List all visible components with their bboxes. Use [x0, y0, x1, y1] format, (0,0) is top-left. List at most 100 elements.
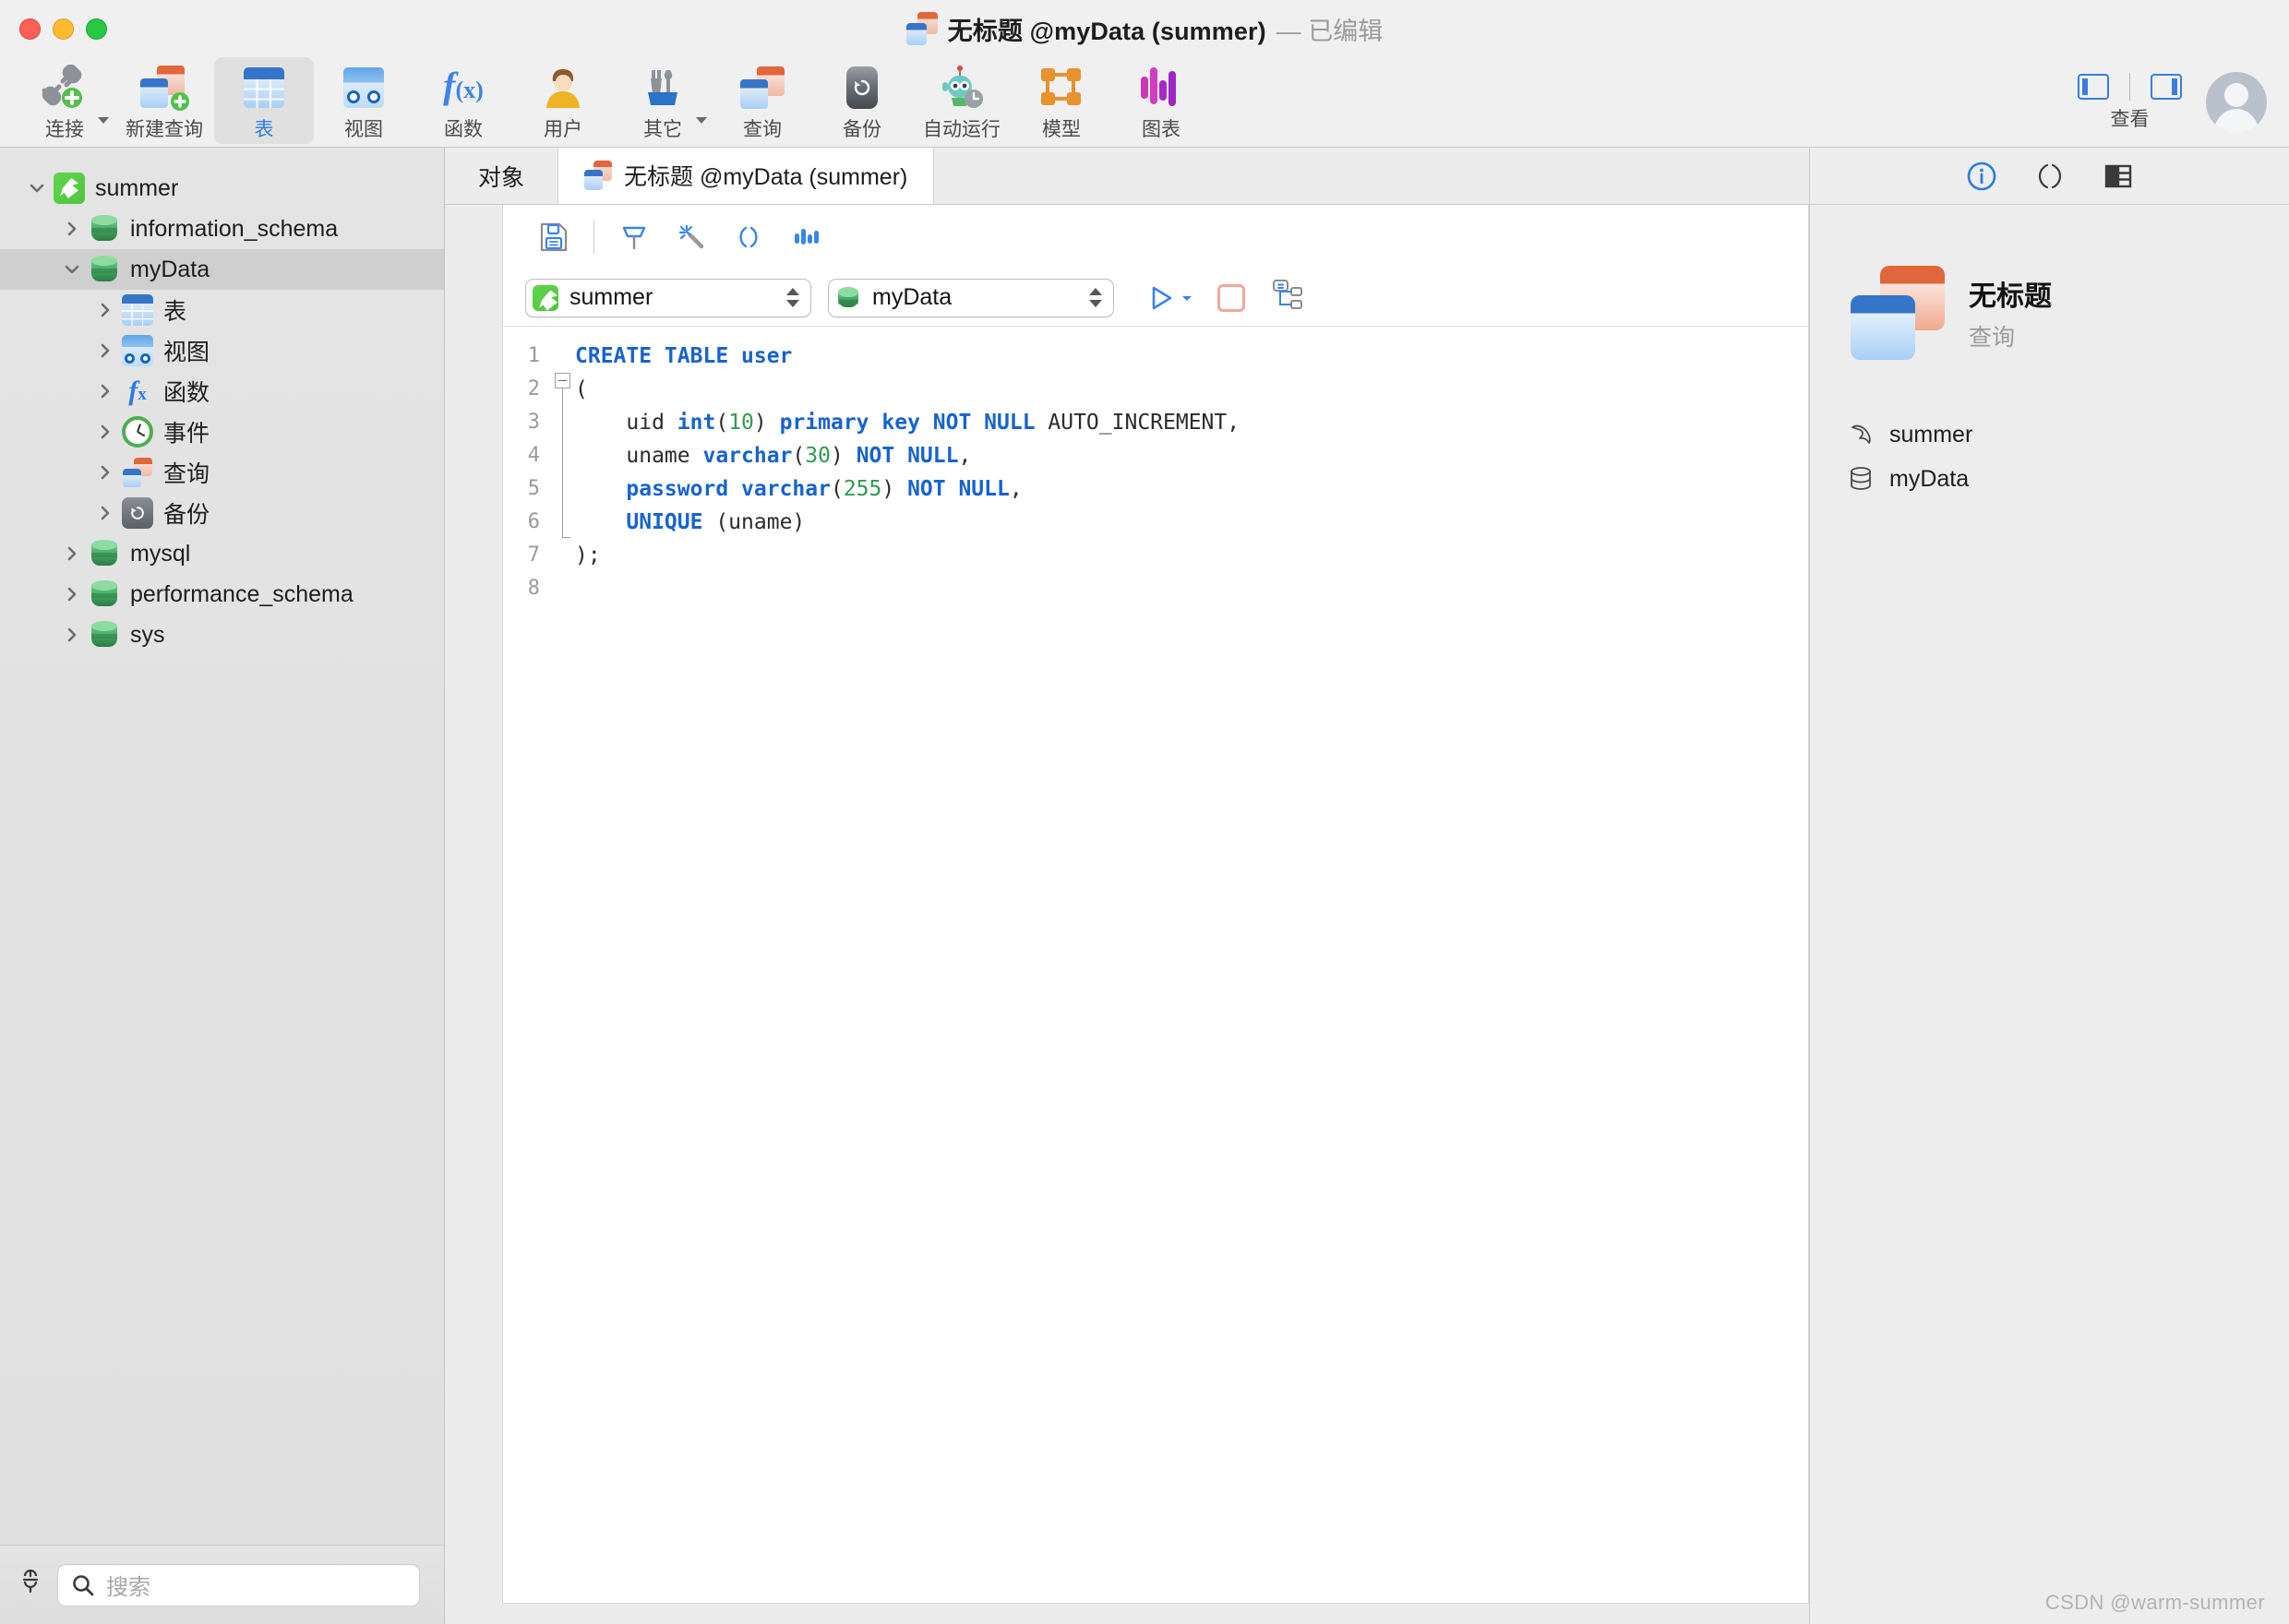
tree-item-mysql[interactable]: mysql	[0, 533, 444, 574]
line-number: 2	[527, 377, 540, 400]
info-icon	[1967, 161, 1995, 190]
toolbar-item-chart[interactable]: 图表	[1111, 57, 1211, 144]
tree-item-queries[interactable]: 查询	[0, 452, 444, 493]
app-body: summer information_schema myData 表 视图 fx…	[0, 148, 2289, 1624]
chevron-down-icon[interactable]	[20, 179, 54, 197]
code-line: UNIQUE (uname)	[575, 506, 1808, 539]
window-title-area: 无标题 @myData (summer) — 已编辑	[0, 0, 2289, 57]
beautify-format-button[interactable]	[605, 212, 663, 262]
toolbar-item-connection[interactable]: 连接	[15, 57, 114, 144]
chevron-down-icon[interactable]	[1180, 292, 1193, 304]
explain-plan-button[interactable]	[1269, 278, 1304, 317]
code-token: AUTO_INCREMENT,	[1035, 411, 1240, 435]
toggle-left-sidebar-icon[interactable]	[2078, 74, 2109, 100]
toggle-right-panel-icon[interactable]	[2151, 74, 2182, 100]
chevron-right-icon[interactable]	[55, 544, 89, 563]
tools-icon	[634, 63, 691, 113]
toolbar-item-query[interactable]: 查询	[713, 57, 812, 144]
chevron-right-icon[interactable]	[55, 220, 89, 238]
backup-icon	[122, 497, 153, 529]
save-icon	[540, 222, 568, 252]
fold-guide-line	[562, 388, 563, 538]
query-document-icon	[1851, 266, 1945, 360]
new-query-icon	[136, 63, 193, 113]
chevron-right-icon[interactable]	[89, 341, 122, 360]
magic-wand-button[interactable]	[663, 212, 720, 262]
chevron-right-icon[interactable]	[89, 423, 122, 441]
minimize-window-button[interactable]	[53, 18, 74, 40]
tab-objects[interactable]: 对象	[445, 148, 559, 204]
database-select[interactable]: myData	[828, 278, 1114, 317]
chevron-right-icon[interactable]	[89, 504, 122, 522]
code-line: (	[575, 373, 1808, 406]
chart-button[interactable]	[777, 212, 834, 262]
toolbar-item-automation[interactable]: 自动运行	[912, 57, 1012, 144]
tab-structure[interactable]	[2097, 155, 2139, 197]
tree-item-events[interactable]: 事件	[0, 412, 444, 452]
avatar[interactable]	[2206, 72, 2267, 133]
tab-query-untitled[interactable]: 无标题 @myData (summer)	[558, 148, 935, 204]
line-number-gutter: 1 2 3 4 5 6 7 8	[503, 327, 551, 1603]
app-window: 无标题 @myData (summer) — 已编辑 连接 新建查询 表 视图 …	[0, 0, 2289, 1624]
toolbar-item-tables[interactable]: 表	[214, 57, 314, 144]
tree-item-information-schema[interactable]: information_schema	[0, 209, 444, 249]
code-fold-column[interactable]	[551, 327, 575, 1603]
connection-status-icon[interactable]	[17, 1569, 44, 1601]
toolbar-item-model[interactable]: 模型	[1012, 57, 1111, 144]
database-select-value: myData	[872, 284, 953, 310]
code-area[interactable]: 1 2 3 4 5 6 7 8 CREATE TABLE user (uid …	[503, 327, 1808, 1603]
code-token: ,	[958, 444, 972, 468]
tree-item-summer[interactable]: summer	[0, 168, 444, 209]
tab-parameters[interactable]	[2029, 155, 2071, 197]
chevron-right-icon[interactable]	[89, 463, 122, 482]
tree-item-performance-schema[interactable]: performance_schema	[0, 574, 444, 615]
connection-select[interactable]: summer	[525, 278, 811, 317]
watermark: CSDN @warm-summer	[2044, 1591, 2265, 1614]
save-button[interactable]	[525, 212, 582, 262]
editor-toolbar	[503, 205, 1808, 269]
run-button[interactable]	[1145, 282, 1193, 314]
tree-item-views[interactable]: 视图	[0, 330, 444, 371]
model-icon	[1033, 63, 1090, 113]
sidebar: summer information_schema myData 表 视图 fx…	[0, 148, 445, 1624]
chevron-right-icon[interactable]	[89, 382, 122, 400]
toolbar-item-functions[interactable]: f(x) 函数	[413, 57, 513, 144]
toolbar-item-new-query[interactable]: 新建查询	[114, 57, 214, 144]
chevron-down-icon[interactable]	[98, 117, 109, 124]
search-input[interactable]: 搜索	[57, 1563, 420, 1606]
stepper-icon[interactable]	[783, 288, 803, 307]
toolbar-item-others[interactable]: 其它	[613, 57, 713, 144]
toolbar-item-views[interactable]: 视图	[314, 57, 413, 144]
chevron-right-icon[interactable]	[89, 301, 122, 319]
tab-info[interactable]	[1960, 155, 2003, 197]
tree-item-tables[interactable]: 表	[0, 290, 444, 330]
stepper-icon[interactable]	[1085, 288, 1106, 307]
fold-toggle-icon[interactable]	[555, 373, 570, 388]
code-token: UNIQUE	[626, 510, 703, 534]
parentheses-button[interactable]	[720, 212, 777, 262]
view-icon	[335, 63, 392, 113]
stop-button[interactable]	[1217, 283, 1245, 312]
code-token: NOT NULL	[907, 477, 1010, 501]
sql-code[interactable]: CREATE TABLE user( uid int(10) primary k…	[575, 327, 1808, 1603]
code-line: password varchar(255) NOT NULL,	[575, 472, 1808, 506]
line-number: 7	[527, 543, 540, 567]
tree-item-backups[interactable]: 备份	[0, 493, 444, 533]
tree-item-mydata[interactable]: myData	[0, 249, 444, 290]
toolbar-item-backup[interactable]: 备份	[812, 57, 912, 144]
code-token: varchar	[702, 444, 793, 468]
chevron-down-icon[interactable]	[55, 260, 89, 279]
view-toggle-group: 查看	[2078, 73, 2182, 132]
tree-item-sys[interactable]: sys	[0, 615, 444, 655]
close-window-button[interactable]	[19, 18, 41, 40]
line-number: 4	[527, 444, 540, 467]
line-number: 1	[527, 344, 540, 367]
chevron-down-icon[interactable]	[696, 117, 707, 124]
chevron-right-icon[interactable]	[55, 626, 89, 644]
function-icon: fx	[128, 376, 147, 406]
toolbar-item-users[interactable]: 用户	[513, 57, 613, 144]
maximize-window-button[interactable]	[86, 18, 107, 40]
chevron-right-icon[interactable]	[55, 585, 89, 603]
connection-select-value: summer	[569, 284, 653, 310]
tree-item-functions[interactable]: fx 函数	[0, 371, 444, 412]
